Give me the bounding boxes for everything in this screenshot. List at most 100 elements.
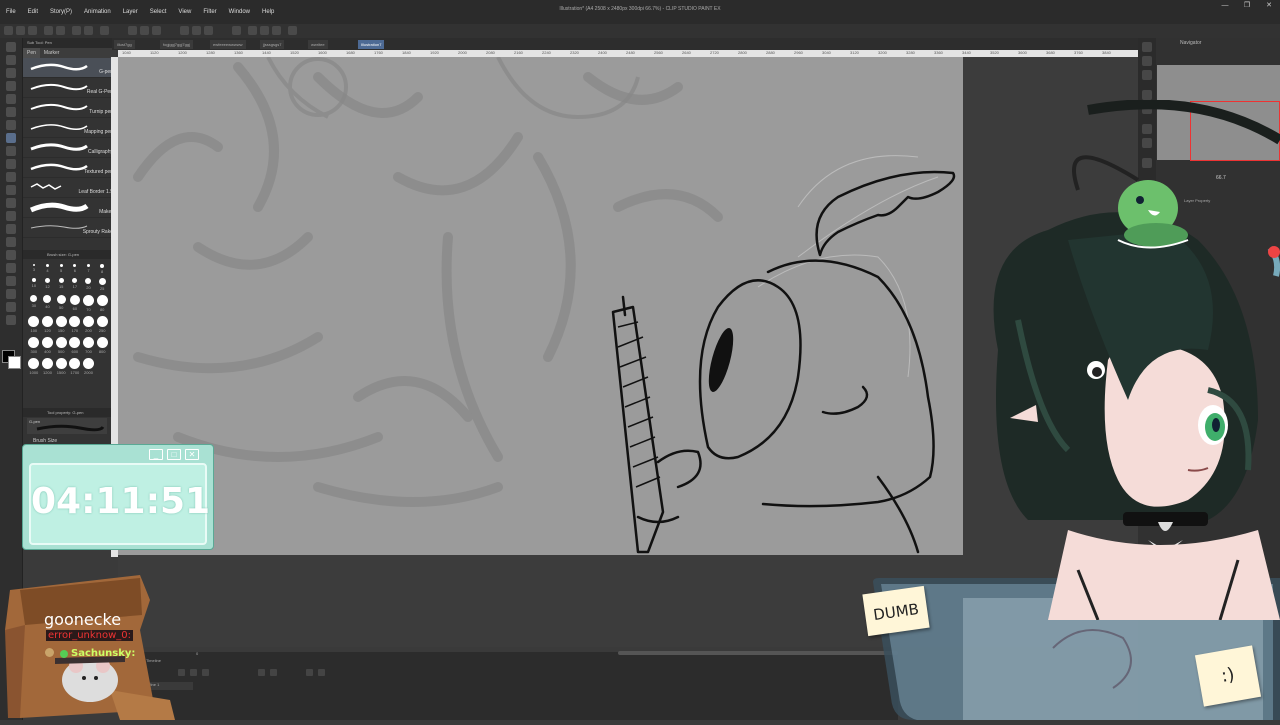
snap-ruler-icon[interactable] (260, 26, 269, 35)
doc-tab[interactable]: fogjggj7ggj7ggj (160, 40, 193, 49)
close-button[interactable]: ✕ (1258, 0, 1280, 12)
new-icon[interactable] (4, 26, 13, 35)
doc-tab[interactable]: illust7gg (114, 40, 135, 49)
save-icon[interactable] (28, 26, 37, 35)
onion-skin-icon[interactable] (306, 669, 313, 676)
brush-size-option[interactable]: 200 (82, 316, 96, 333)
move-tool-icon[interactable] (6, 81, 16, 91)
text-tool-icon[interactable] (6, 289, 16, 299)
fill-tool-icon[interactable] (6, 224, 16, 234)
maximize-button[interactable]: ❐ (1236, 0, 1258, 12)
figure-tool-icon[interactable] (6, 250, 16, 260)
brush-item[interactable]: Sprouty Rake (23, 218, 116, 238)
delete-keyframe-icon[interactable] (270, 669, 277, 676)
frame-tool-icon[interactable] (6, 263, 16, 273)
brush-size-option[interactable]: 4 (41, 264, 55, 274)
ruler-icon[interactable] (232, 26, 241, 35)
menu-filter[interactable]: Filter (197, 9, 222, 15)
pencil-tool-icon[interactable] (6, 146, 16, 156)
brush-size-option[interactable]: 6 (68, 264, 82, 274)
selection-tool-icon[interactable] (6, 94, 16, 104)
timer-minimize-button[interactable]: _ (149, 449, 163, 460)
transform-icon[interactable] (56, 26, 65, 35)
tab-pen[interactable]: Pen (23, 48, 40, 58)
brush-item[interactable]: Real G-Pen (23, 78, 116, 98)
hand-tool-icon[interactable] (6, 55, 16, 65)
brush-size-option[interactable]: 70 (82, 295, 96, 312)
brush-item[interactable]: Calligraphy (23, 138, 116, 158)
brush-size-option[interactable]: 17 (68, 278, 82, 291)
brush-size-option[interactable]: 30 (27, 295, 41, 312)
brush-size-option[interactable]: 1000 (27, 358, 41, 375)
brush-size-option[interactable]: 1500 (54, 358, 68, 375)
lasso-icon[interactable] (288, 26, 297, 35)
brush-size-option[interactable]: 60 (68, 295, 82, 312)
menu-view[interactable]: View (172, 9, 197, 15)
next-frame-icon[interactable] (202, 669, 209, 676)
wand-tool-icon[interactable] (6, 107, 16, 117)
brush-size-option[interactable]: 250 (95, 316, 109, 333)
brush-size-option[interactable]: 2000 (82, 358, 96, 375)
eyedropper-tool-icon[interactable] (6, 120, 16, 130)
doc-tab[interactable]: ewfeeeewwwww (210, 40, 246, 49)
brush-size-option[interactable]: 1200 (41, 358, 55, 375)
brush-tool-icon[interactable] (6, 159, 16, 169)
select-all-icon[interactable] (128, 26, 137, 35)
canvas-scrollbar[interactable] (618, 651, 898, 655)
crop-icon[interactable] (180, 26, 189, 35)
brush-item[interactable]: Maker (23, 198, 116, 218)
menu-help[interactable]: Help (256, 9, 280, 15)
menu-select[interactable]: Select (144, 9, 173, 15)
subview-icon[interactable] (1142, 56, 1152, 66)
brush-item[interactable]: Textured pen (23, 158, 116, 178)
brush-size-option[interactable]: 600 (68, 337, 82, 354)
brush-size-option[interactable]: 12 (41, 278, 55, 291)
drawing-canvas[interactable] (118, 57, 963, 555)
menu-animation[interactable]: Animation (78, 9, 117, 15)
ruler-tool-icon[interactable] (6, 276, 16, 286)
brush-size-option[interactable]: 25 (95, 278, 109, 291)
menu-window[interactable]: Window (223, 9, 256, 15)
doc-tab-active[interactable]: Illustration7 (358, 40, 385, 49)
brush-size-option[interactable]: 800 (95, 337, 109, 354)
info-icon[interactable] (1142, 70, 1152, 80)
brush-size-option[interactable]: 150 (54, 316, 68, 333)
decoration-tool-icon[interactable] (6, 185, 16, 195)
minimize-button[interactable]: — (1214, 0, 1236, 12)
brush-size-option[interactable]: 1700 (68, 358, 82, 375)
tab-marker[interactable]: Marker (40, 48, 64, 58)
settings-icon[interactable] (100, 26, 109, 35)
loop-icon[interactable] (318, 669, 325, 676)
brush-size-option[interactable]: 15 (54, 278, 68, 291)
brush-size-option[interactable]: 700 (82, 337, 96, 354)
gradient-tool-icon[interactable] (6, 237, 16, 247)
snap-grid-icon[interactable] (272, 26, 281, 35)
sub-color-swatch[interactable] (8, 356, 21, 369)
brush-size-option[interactable]: 10 (27, 278, 41, 291)
brush-item[interactable]: Turnip pen (23, 98, 116, 118)
convert-icon[interactable] (204, 26, 213, 35)
brush-size-option[interactable]: 40 (41, 295, 55, 312)
pen-tool-icon[interactable] (6, 133, 16, 143)
brush-size-option[interactable]: 300 (27, 337, 41, 354)
balloon-tool-icon[interactable] (6, 302, 16, 312)
menu-edit[interactable]: Edit (22, 9, 44, 15)
doc-tab[interactable]: jjsssgsgs7 (260, 40, 285, 49)
brush-size-option[interactable]: 3 (27, 264, 41, 274)
brush-size-option[interactable]: 20 (82, 278, 96, 291)
clear-icon[interactable] (44, 26, 53, 35)
new-keyframe-icon[interactable] (258, 669, 265, 676)
brush-size-option[interactable]: 500 (54, 337, 68, 354)
redo-icon[interactable] (84, 26, 93, 35)
fill-icon[interactable] (192, 26, 201, 35)
eraser-tool-icon[interactable] (6, 198, 16, 208)
undo-icon[interactable] (72, 26, 81, 35)
operation-tool-icon[interactable] (6, 68, 16, 78)
navigator-icon[interactable] (1142, 42, 1152, 52)
brush-item[interactable]: G-pen (23, 58, 116, 78)
brush-size-option[interactable]: 7 (82, 264, 96, 274)
brush-size-option[interactable]: 5 (54, 264, 68, 274)
brush-size-option[interactable]: 100 (27, 316, 41, 333)
deselect-icon[interactable] (140, 26, 149, 35)
airbrush-tool-icon[interactable] (6, 172, 16, 182)
